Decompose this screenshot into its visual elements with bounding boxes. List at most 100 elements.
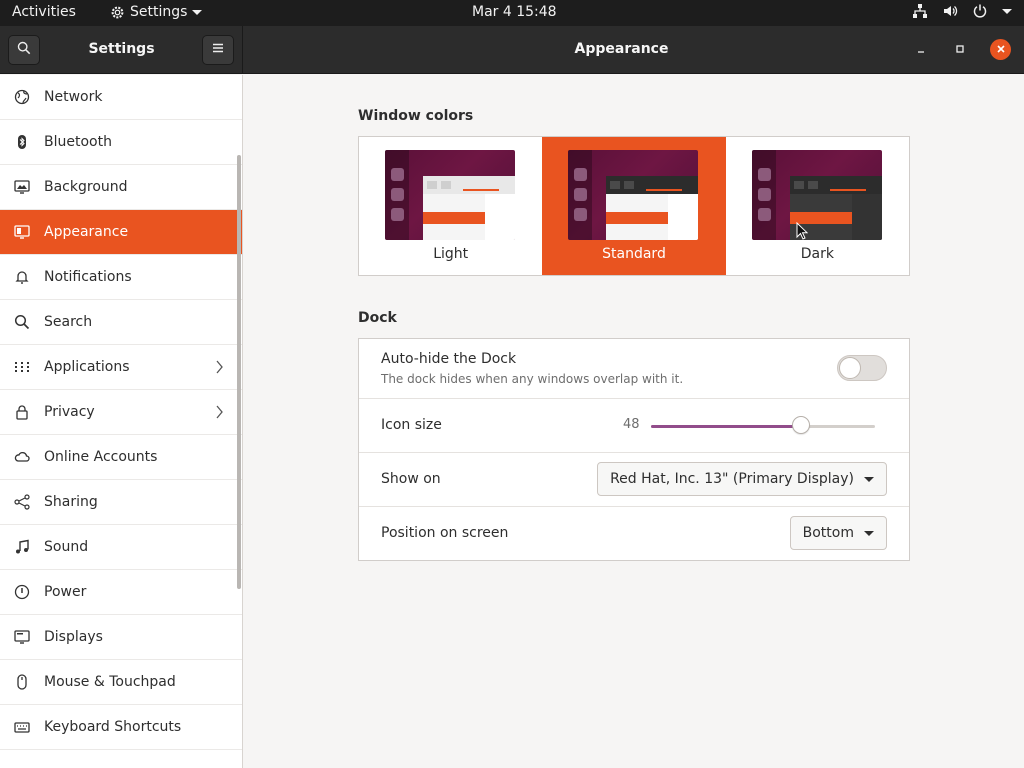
keyboard-icon: [14, 719, 30, 735]
close-icon: [996, 42, 1006, 58]
show-on-dropdown[interactable]: Red Hat, Inc. 13" (Primary Display): [597, 462, 887, 496]
header-bar: Settings Appearance: [0, 26, 1024, 74]
sidebar-item-label: Search: [44, 314, 93, 330]
sidebar-item-label: Bluetooth: [44, 134, 112, 150]
position-row: Position on screen Bottom: [359, 507, 909, 561]
sidebar-item-appearance[interactable]: Appearance: [0, 210, 242, 255]
network-icon: [912, 3, 928, 19]
sidebar-item-label: Network: [44, 89, 103, 105]
window-color-label: Standard: [602, 246, 666, 262]
volume-icon: [942, 3, 958, 19]
window-color-dark[interactable]: Dark: [726, 137, 909, 275]
app-menu-label: Settings: [130, 4, 188, 20]
sidebar-item-power[interactable]: Power: [0, 570, 242, 615]
sidebar-item-search[interactable]: Search: [0, 300, 242, 345]
gear-icon: [110, 5, 125, 20]
sidebar-item-notifications[interactable]: Notifications: [0, 255, 242, 300]
activities-button[interactable]: Activities: [12, 4, 76, 20]
show-on-row: Show on Red Hat, Inc. 13" (Primary Displ…: [359, 453, 909, 507]
sidebar-scrollbar[interactable]: [237, 155, 241, 589]
position-label: Position on screen: [381, 525, 509, 541]
sidebar-item-label: Mouse & Touchpad: [44, 674, 176, 690]
sidebar-item-label: Background: [44, 179, 128, 195]
window-colors-heading: Window colors: [358, 108, 474, 124]
icon-size-label: Icon size: [381, 417, 442, 433]
show-on-label: Show on: [381, 471, 441, 487]
mouse-icon: [14, 674, 30, 690]
cloud-icon: [14, 449, 30, 465]
globe-icon: [14, 89, 30, 105]
window-color-label: Light: [433, 246, 469, 262]
icon-size-value: 48: [623, 417, 640, 432]
sidebar-item-online-accounts[interactable]: Online Accounts: [0, 435, 242, 480]
bluetooth-icon: [14, 134, 30, 150]
autohide-toggle[interactable]: [837, 355, 887, 381]
page-title: Appearance: [574, 41, 669, 57]
sidebar-item-label: Keyboard Shortcuts: [44, 719, 182, 735]
autohide-sublabel: The dock hides when any windows overlap …: [381, 372, 684, 386]
window-color-label: Dark: [800, 246, 834, 262]
sidebar-item-label: Sharing: [44, 494, 98, 510]
minimize-button[interactable]: [911, 40, 931, 60]
mouse-pointer-icon: [796, 221, 809, 244]
standard-theme-preview: [568, 150, 699, 240]
position-dropdown[interactable]: Bottom: [789, 516, 887, 550]
search-icon: [14, 314, 30, 330]
app-menu[interactable]: Settings: [110, 4, 203, 20]
sidebar-item-label: Sound: [44, 539, 89, 555]
power-icon: [972, 3, 988, 19]
close-button[interactable]: [990, 39, 1011, 60]
appearance-icon: [14, 224, 30, 240]
show-on-value: Red Hat, Inc. 13" (Primary Display): [610, 471, 854, 487]
sidebar-item-label: Displays: [44, 629, 103, 645]
slider-handle[interactable]: [792, 416, 811, 434]
sidebar-item-label: Power: [44, 584, 87, 600]
window-colors-selector: Light Standard Dark: [358, 136, 910, 276]
maximize-button[interactable]: [950, 40, 970, 60]
sidebar-item-label: Online Accounts: [44, 449, 158, 465]
monitor-icon: [14, 179, 30, 195]
share-icon: [14, 494, 30, 510]
sidebar-header: Settings: [0, 26, 243, 74]
sidebar-item-network[interactable]: Network: [0, 75, 242, 120]
sidebar: Network Bluetooth Background Appearance …: [0, 75, 243, 768]
chevron-down-icon: [864, 530, 874, 536]
chevron-right-icon: [216, 405, 224, 423]
dock-settings-list: Auto-hide the Dock The dock hides when a…: [358, 338, 910, 561]
sidebar-item-displays[interactable]: Displays: [0, 615, 242, 660]
grid-icon: [14, 359, 30, 375]
lock-icon: [14, 404, 30, 420]
dark-theme-preview: [751, 150, 882, 240]
autohide-row[interactable]: Auto-hide the Dock The dock hides when a…: [359, 339, 909, 399]
sidebar-item-label: Applications: [44, 359, 130, 375]
sidebar-item-mouse-touchpad[interactable]: Mouse & Touchpad: [0, 660, 242, 705]
sidebar-item-applications[interactable]: Applications: [0, 345, 242, 390]
icon-size-slider[interactable]: [651, 416, 875, 434]
icon-size-row: Icon size 48: [359, 399, 909, 453]
window-color-standard[interactable]: Standard: [542, 137, 726, 275]
sidebar-item-sound[interactable]: Sound: [0, 525, 242, 570]
window-color-light[interactable]: Light: [359, 137, 542, 275]
sidebar-item-sharing[interactable]: Sharing: [0, 480, 242, 525]
display-icon: [14, 629, 30, 645]
chevron-down-icon: [192, 9, 203, 15]
chevron-down-icon: [1002, 8, 1012, 14]
power-icon: [14, 584, 30, 600]
sidebar-item-bluetooth[interactable]: Bluetooth: [0, 120, 242, 165]
minimize-icon: [916, 42, 926, 58]
chevron-right-icon: [216, 360, 224, 378]
appearance-panel: Window colors Light Standard Dark Dock A…: [244, 75, 1024, 768]
system-tray[interactable]: [912, 3, 1012, 19]
sidebar-item-label: Privacy: [44, 404, 95, 420]
sidebar-item-label: Notifications: [44, 269, 132, 285]
sidebar-item-privacy[interactable]: Privacy: [0, 390, 242, 435]
clock[interactable]: Mar 4 15:48: [472, 4, 557, 20]
sidebar-item-background[interactable]: Background: [0, 165, 242, 210]
chevron-down-icon: [864, 476, 874, 482]
sidebar-item-label: Appearance: [44, 224, 129, 240]
maximize-icon: [955, 42, 965, 58]
bell-icon: [14, 269, 30, 285]
sidebar-item-keyboard-shortcuts[interactable]: Keyboard Shortcuts: [0, 705, 242, 750]
primary-menu-button[interactable]: [202, 35, 234, 65]
position-value: Bottom: [802, 525, 854, 541]
